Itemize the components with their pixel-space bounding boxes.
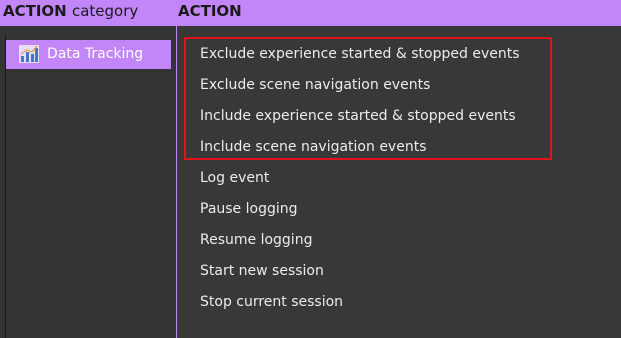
category-title-rest: category (71, 2, 139, 20)
action-resume-logging[interactable]: Resume logging (200, 232, 312, 248)
action-include-scene-navigation[interactable]: Include scene navigation events (200, 139, 426, 155)
action-start-new-session[interactable]: Start new session (200, 263, 324, 279)
category-label: Data Tracking (47, 46, 144, 62)
action-stop-current-session[interactable]: Stop current session (200, 294, 343, 310)
action-column-title: ACTION (178, 2, 242, 20)
category-title-bold: ACTION (3, 2, 67, 20)
category-item-data-tracking[interactable]: Data Tracking (6, 40, 171, 69)
action-pause-logging[interactable]: Pause logging (200, 201, 298, 217)
action-log-event[interactable]: Log event (200, 170, 269, 186)
category-column-title: ACTION category (3, 2, 138, 20)
bar-chart-icon (19, 45, 39, 63)
header-bar: ACTION category ACTION (0, 0, 621, 26)
panel-inner-border (5, 34, 6, 338)
action-include-experience-events[interactable]: Include experience started & stopped eve… (200, 108, 516, 124)
action-exclude-experience-events[interactable]: Exclude experience started & stopped eve… (200, 46, 520, 62)
action-exclude-scene-navigation[interactable]: Exclude scene navigation events (200, 77, 430, 93)
category-panel (0, 26, 176, 338)
